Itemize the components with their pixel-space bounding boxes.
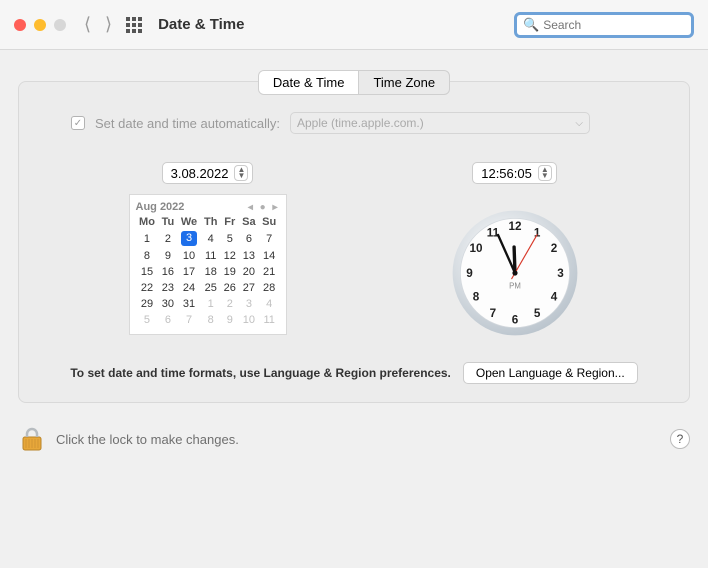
calendar-day[interactable]: 14 xyxy=(259,248,280,264)
calendar-day[interactable]: 1 xyxy=(136,229,159,248)
calendar: Aug 2022 ◂ ● ▸ MoTuWeThFrSaSu 1234567891… xyxy=(129,194,287,335)
calendar-day[interactable]: 2 xyxy=(221,296,239,312)
svg-text:12: 12 xyxy=(508,220,522,233)
calendar-day[interactable]: 24 xyxy=(177,280,201,296)
calendar-weekday: Mo xyxy=(136,215,159,229)
search-field[interactable]: 🔍 xyxy=(514,12,694,38)
time-server-value: Apple (time.apple.com.) xyxy=(297,116,424,130)
stepper-arrows-icon[interactable]: ▲▼ xyxy=(538,165,552,181)
minimize-icon[interactable] xyxy=(34,19,46,31)
window-title: Date & Time xyxy=(158,16,244,33)
calendar-day[interactable]: 1 xyxy=(201,296,221,312)
calendar-day[interactable]: 16 xyxy=(158,264,177,280)
auto-label: Set date and time automatically: xyxy=(95,116,280,131)
svg-text:11: 11 xyxy=(486,227,499,240)
zoom-icon xyxy=(54,19,66,31)
calendar-weekday: Fr xyxy=(221,215,239,229)
calendar-day[interactable]: 12 xyxy=(221,248,239,264)
svg-text:6: 6 xyxy=(511,314,518,327)
calendar-day[interactable]: 29 xyxy=(136,296,159,312)
tab-switcher: Date & Time Time Zone xyxy=(258,70,450,95)
svg-text:9: 9 xyxy=(466,267,473,280)
calendar-day[interactable]: 28 xyxy=(259,280,280,296)
calendar-day[interactable]: 3 xyxy=(239,296,259,312)
calendar-day[interactable]: 21 xyxy=(259,264,280,280)
lock-hint: Click the lock to make changes. xyxy=(56,432,239,447)
tab-date-time[interactable]: Date & Time xyxy=(259,71,359,94)
preferences-panel: ✓ Set date and time automatically: Apple… xyxy=(18,81,690,403)
calendar-day[interactable]: 19 xyxy=(221,264,239,280)
svg-text:5: 5 xyxy=(533,307,540,320)
calendar-day[interactable]: 11 xyxy=(201,248,221,264)
help-button[interactable]: ? xyxy=(670,429,690,449)
chevron-down-icon: ⌵ xyxy=(575,118,583,129)
nav-controls: ⟨ ⟩ xyxy=(84,14,142,35)
calendar-day[interactable]: 8 xyxy=(136,248,159,264)
calendar-day[interactable]: 10 xyxy=(239,312,259,328)
forward-button: ⟩ xyxy=(105,14,112,35)
calendar-day[interactable]: 9 xyxy=(221,312,239,328)
calendar-day[interactable]: 11 xyxy=(259,312,280,328)
close-icon[interactable] xyxy=(14,19,26,31)
calendar-day[interactable]: 15 xyxy=(136,264,159,280)
calendar-day[interactable]: 5 xyxy=(136,312,159,328)
calendar-day[interactable]: 31 xyxy=(177,296,201,312)
calendar-day[interactable]: 23 xyxy=(158,280,177,296)
auto-checkbox[interactable]: ✓ xyxy=(71,116,85,130)
calendar-weekday: We xyxy=(177,215,201,229)
calendar-day[interactable]: 25 xyxy=(201,280,221,296)
window-controls xyxy=(14,19,66,31)
time-stepper[interactable]: 12:56:05 ▲▼ xyxy=(472,162,557,184)
date-value: 3.08.2022 xyxy=(171,166,229,181)
calendar-day[interactable]: 6 xyxy=(239,229,259,248)
search-icon: 🔍 xyxy=(523,17,539,33)
format-hint: To set date and time formats, use Langua… xyxy=(70,366,451,380)
calendar-grid: MoTuWeThFrSaSu 1234567891011121314151617… xyxy=(136,215,280,328)
time-server-select[interactable]: Apple (time.apple.com.) ⌵ xyxy=(290,112,590,134)
calendar-weekday: Th xyxy=(201,215,221,229)
calendar-day[interactable]: 7 xyxy=(177,312,201,328)
calendar-weekday: Sa xyxy=(239,215,259,229)
time-value: 12:56:05 xyxy=(481,166,532,181)
calendar-day[interactable]: 3 xyxy=(177,229,201,248)
calendar-weekday: Tu xyxy=(158,215,177,229)
svg-text:8: 8 xyxy=(472,290,479,303)
lock-icon[interactable] xyxy=(18,425,46,453)
calendar-day[interactable]: 8 xyxy=(201,312,221,328)
svg-text:4: 4 xyxy=(550,290,557,303)
calendar-day[interactable]: 2 xyxy=(158,229,177,248)
calendar-day[interactable]: 26 xyxy=(221,280,239,296)
calendar-day[interactable]: 9 xyxy=(158,248,177,264)
calendar-nav[interactable]: ◂ ● ▸ xyxy=(248,202,280,213)
calendar-weekday: Su xyxy=(259,215,280,229)
analog-clock[interactable]: 1212 345 678 91011 PM xyxy=(450,208,580,338)
calendar-day[interactable]: 22 xyxy=(136,280,159,296)
calendar-day[interactable]: 18 xyxy=(201,264,221,280)
calendar-day[interactable]: 13 xyxy=(239,248,259,264)
titlebar: ⟨ ⟩ Date & Time 🔍 xyxy=(0,0,708,50)
back-button[interactable]: ⟨ xyxy=(84,14,91,35)
search-input[interactable] xyxy=(543,18,698,32)
date-stepper[interactable]: 3.08.2022 ▲▼ xyxy=(162,162,254,184)
clock-meridiem: PM xyxy=(509,282,521,291)
show-all-icon[interactable] xyxy=(126,17,142,33)
calendar-day[interactable]: 4 xyxy=(201,229,221,248)
calendar-day[interactable]: 4 xyxy=(259,296,280,312)
calendar-day[interactable]: 20 xyxy=(239,264,259,280)
open-language-region-button[interactable]: Open Language & Region... xyxy=(463,362,638,384)
calendar-day[interactable]: 27 xyxy=(239,280,259,296)
calendar-month: Aug 2022 xyxy=(136,201,185,213)
calendar-day[interactable]: 30 xyxy=(158,296,177,312)
svg-text:10: 10 xyxy=(469,242,483,255)
stepper-arrows-icon[interactable]: ▲▼ xyxy=(234,165,248,181)
calendar-day[interactable]: 5 xyxy=(221,229,239,248)
calendar-day[interactable]: 10 xyxy=(177,248,201,264)
svg-text:3: 3 xyxy=(557,267,564,280)
svg-text:2: 2 xyxy=(550,242,557,255)
svg-text:7: 7 xyxy=(489,307,496,320)
calendar-day[interactable]: 6 xyxy=(158,312,177,328)
calendar-day[interactable]: 17 xyxy=(177,264,201,280)
tab-time-zone[interactable]: Time Zone xyxy=(358,71,449,94)
calendar-day[interactable]: 7 xyxy=(259,229,280,248)
